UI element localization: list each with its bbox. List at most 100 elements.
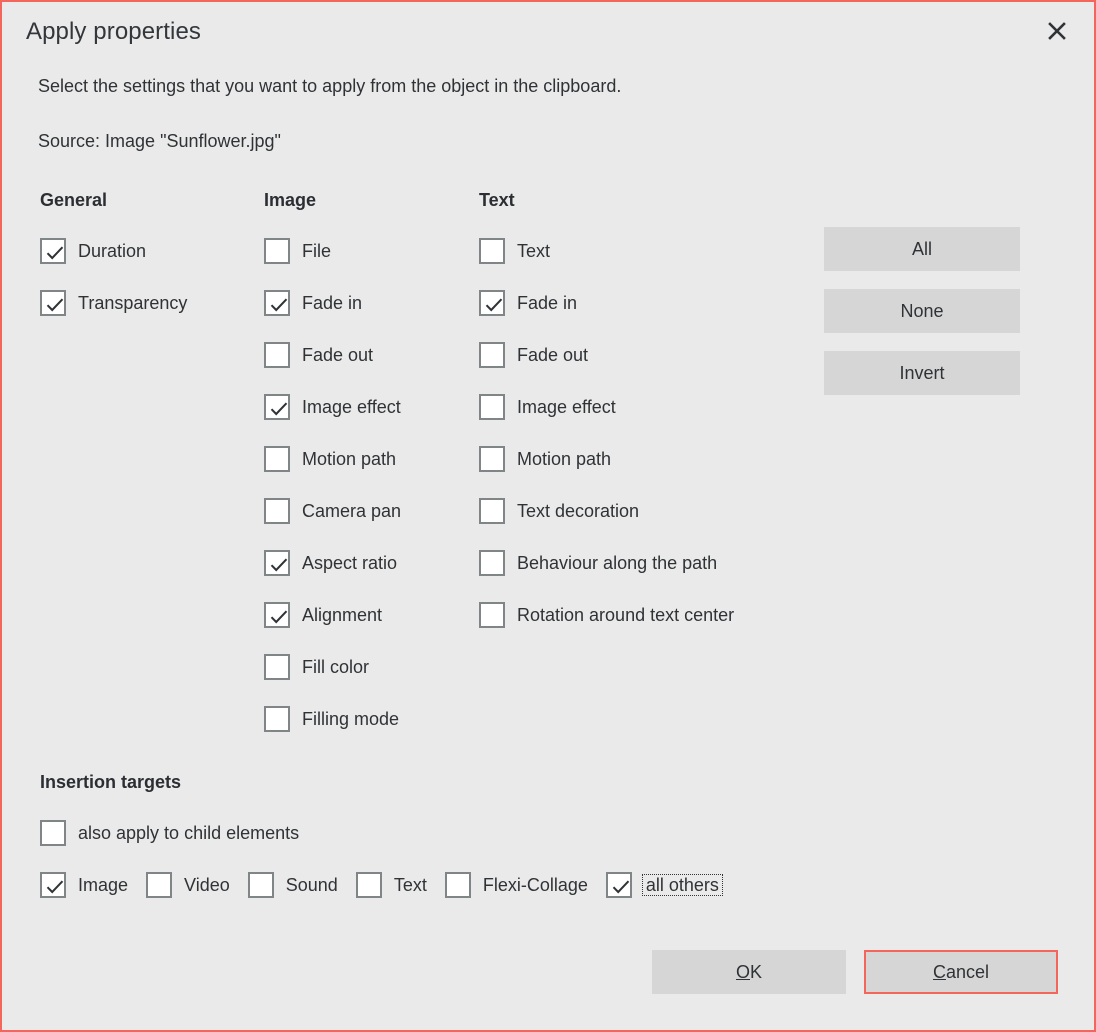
checkbox-label: Alignment xyxy=(302,606,382,624)
checkbox-target-sound[interactable]: Sound xyxy=(248,870,338,900)
checkbox-label: Motion path xyxy=(302,450,396,468)
checkbox-box[interactable] xyxy=(146,872,172,898)
checkbox-label: Video xyxy=(184,876,230,894)
checkbox-image-alignment[interactable]: Alignment xyxy=(264,600,382,630)
checkbox-box[interactable] xyxy=(479,394,505,420)
checkbox-image-file[interactable]: File xyxy=(264,236,331,266)
checkbox-label: Filling mode xyxy=(302,710,399,728)
checkbox-box[interactable] xyxy=(356,872,382,898)
checkbox-label: Text xyxy=(517,242,550,260)
checkbox-also-apply-to-child-elements[interactable]: also apply to child elements xyxy=(40,818,299,848)
apply-properties-dialog: Apply properties Select the settings tha… xyxy=(0,0,1096,1032)
checkbox-box[interactable] xyxy=(40,820,66,846)
cancel-accelerator: C xyxy=(933,962,946,982)
checkbox-image-aspect-ratio[interactable]: Aspect ratio xyxy=(264,548,397,578)
checkbox-box[interactable] xyxy=(264,706,290,732)
checkbox-label: Sound xyxy=(286,876,338,894)
column-heading-text: Text xyxy=(479,190,515,211)
checkbox-label: Fade out xyxy=(517,346,588,364)
checkbox-box[interactable] xyxy=(445,872,471,898)
intro-description: Select the settings that you want to app… xyxy=(38,76,621,97)
checkbox-label: File xyxy=(302,242,331,260)
close-icon[interactable] xyxy=(1038,14,1076,48)
checkbox-box[interactable] xyxy=(264,342,290,368)
checkbox-box[interactable] xyxy=(479,550,505,576)
checkbox-label: Text xyxy=(394,876,427,894)
checkbox-target-all-others[interactable]: all others xyxy=(606,870,723,900)
checkbox-label: Fade in xyxy=(302,294,362,312)
checkbox-checked-icon[interactable] xyxy=(40,290,66,316)
ok-button[interactable]: OK xyxy=(652,950,846,994)
checkbox-label: Image effect xyxy=(517,398,616,416)
checkbox-box[interactable] xyxy=(479,342,505,368)
checkbox-label: Motion path xyxy=(517,450,611,468)
checkbox-text-fade-out[interactable]: Fade out xyxy=(479,340,588,370)
checkbox-label: Fade out xyxy=(302,346,373,364)
section-heading-insertion-targets: Insertion targets xyxy=(40,772,181,793)
checkbox-box[interactable] xyxy=(264,446,290,472)
invert-selection-button[interactable]: Invert xyxy=(824,351,1020,395)
checkbox-image-fade-out[interactable]: Fade out xyxy=(264,340,373,370)
checkbox-image-image-effect[interactable]: Image effect xyxy=(264,392,401,422)
checkbox-text-image-effect[interactable]: Image effect xyxy=(479,392,616,422)
checkbox-text-behaviour-along-the-path[interactable]: Behaviour along the path xyxy=(479,548,717,578)
checkbox-general-duration[interactable]: Duration xyxy=(40,236,146,266)
checkbox-text-text-decoration[interactable]: Text decoration xyxy=(479,496,639,526)
checkbox-label: also apply to child elements xyxy=(78,824,299,842)
select-all-button[interactable]: All xyxy=(824,227,1020,271)
select-none-button[interactable]: None xyxy=(824,289,1020,333)
checkbox-box[interactable] xyxy=(248,872,274,898)
checkbox-checked-icon[interactable] xyxy=(264,602,290,628)
checkbox-box[interactable] xyxy=(264,498,290,524)
checkbox-label: Fill color xyxy=(302,658,369,676)
cancel-label-rest: ancel xyxy=(946,962,989,982)
checkbox-checked-icon[interactable] xyxy=(264,550,290,576)
checkbox-box[interactable] xyxy=(479,446,505,472)
checkbox-label: Text decoration xyxy=(517,502,639,520)
checkbox-label: Duration xyxy=(78,242,146,260)
checkbox-label: Aspect ratio xyxy=(302,554,397,572)
checkbox-box[interactable] xyxy=(264,238,290,264)
checkbox-box[interactable] xyxy=(479,238,505,264)
checkbox-checked-icon[interactable] xyxy=(264,290,290,316)
checkbox-label: Fade in xyxy=(517,294,577,312)
column-heading-image: Image xyxy=(264,190,316,211)
checkbox-image-fade-in[interactable]: Fade in xyxy=(264,288,362,318)
checkbox-target-flexi-collage[interactable]: Flexi-Collage xyxy=(445,870,588,900)
checkbox-box[interactable] xyxy=(479,602,505,628)
checkbox-general-transparency[interactable]: Transparency xyxy=(40,288,187,318)
checkbox-target-text[interactable]: Text xyxy=(356,870,427,900)
checkbox-label: all others xyxy=(642,874,723,896)
checkbox-text-fade-in[interactable]: Fade in xyxy=(479,288,577,318)
insertion-targets-row: Image Video Sound Text Flexi-Collage all othe… xyxy=(40,870,723,900)
source-label: Source: Image "Sunflower.jpg" xyxy=(38,131,281,152)
checkbox-image-motion-path[interactable]: Motion path xyxy=(264,444,396,474)
dialog-titlebar: Apply properties xyxy=(2,2,1094,58)
page-title: Apply properties xyxy=(26,18,201,46)
checkbox-label: Camera pan xyxy=(302,502,401,520)
checkbox-target-image[interactable]: Image xyxy=(40,870,128,900)
checkbox-image-fill-color[interactable]: Fill color xyxy=(264,652,369,682)
checkbox-label: Rotation around text center xyxy=(517,606,734,624)
checkbox-target-video[interactable]: Video xyxy=(146,870,230,900)
checkbox-checked-icon[interactable] xyxy=(479,290,505,316)
checkbox-checked-icon[interactable] xyxy=(40,872,66,898)
checkbox-box[interactable] xyxy=(479,498,505,524)
checkbox-checked-icon[interactable] xyxy=(606,872,632,898)
checkbox-label: Flexi-Collage xyxy=(483,876,588,894)
cancel-button[interactable]: Cancel xyxy=(864,950,1058,994)
checkbox-text-rotation-around-text-center[interactable]: Rotation around text center xyxy=(479,600,734,630)
checkbox-image-filling-mode[interactable]: Filling mode xyxy=(264,704,399,734)
checkbox-checked-icon[interactable] xyxy=(264,394,290,420)
checkbox-label: Image effect xyxy=(302,398,401,416)
ok-label-rest: K xyxy=(750,962,762,982)
checkbox-text-text[interactable]: Text xyxy=(479,236,550,266)
ok-accelerator: O xyxy=(736,962,750,982)
checkbox-image-camera-pan[interactable]: Camera pan xyxy=(264,496,401,526)
checkbox-text-motion-path[interactable]: Motion path xyxy=(479,444,611,474)
column-heading-general: General xyxy=(40,190,107,211)
checkbox-box[interactable] xyxy=(264,654,290,680)
checkbox-label: Transparency xyxy=(78,294,187,312)
checkbox-checked-icon[interactable] xyxy=(40,238,66,264)
checkbox-label: Image xyxy=(78,876,128,894)
